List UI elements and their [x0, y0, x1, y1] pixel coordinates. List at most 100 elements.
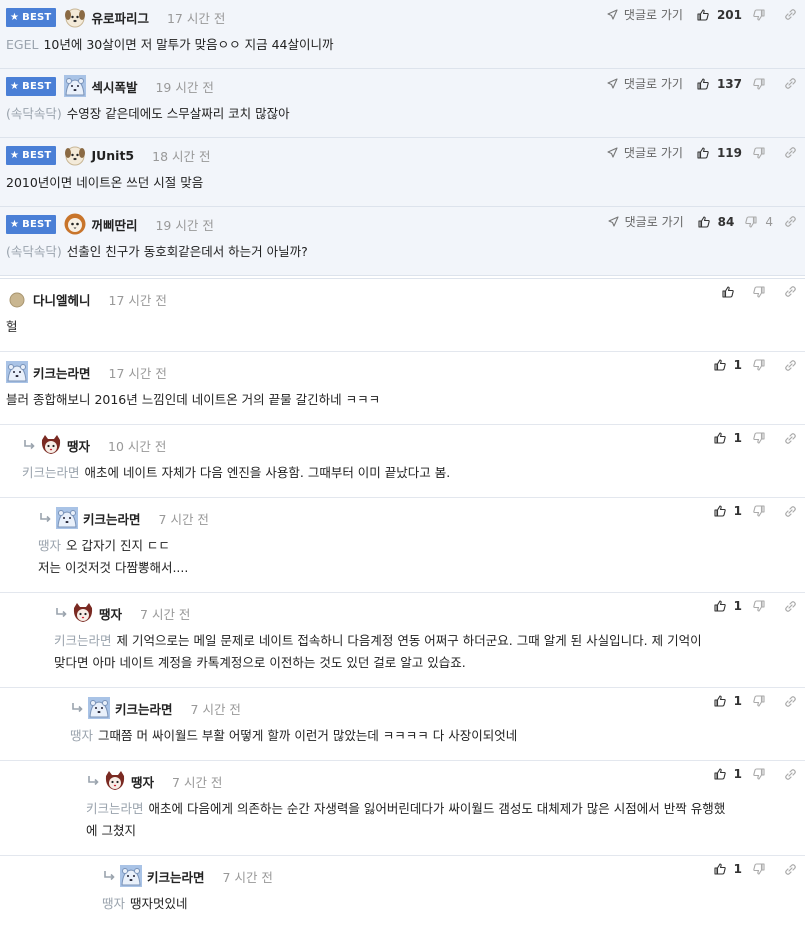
comment: 땡자 10 시간 전 키크는라면 애초에 네이트 자체가 다음 엔진을 사용함. 그때… [0, 425, 805, 498]
nickname[interactable]: 땡자 [99, 604, 122, 623]
downvote-button[interactable] [753, 77, 773, 90]
mention-tag[interactable]: 땡자 [70, 728, 93, 743]
link-icon[interactable] [784, 77, 797, 90]
comment-text: 저는 이것저것 다짬뽕해서.... [38, 560, 189, 575]
comment-header: 땡자 10 시간 전 [22, 434, 797, 456]
polar-bear-avatar-icon[interactable] [64, 75, 87, 97]
mention-tag[interactable]: (속닥속닥) [6, 106, 62, 121]
upvote-count: 201 [716, 7, 742, 22]
nickname[interactable]: 키크는라면 [33, 363, 91, 382]
go-to-reply-button[interactable]: 댓글로 가기 [607, 6, 683, 23]
link-icon[interactable] [784, 146, 797, 159]
link-icon[interactable] [784, 8, 797, 21]
nickname[interactable]: 유로파리그 [91, 8, 149, 27]
nickname[interactable]: 꺼삐딴리 [91, 215, 137, 234]
lion-avatar-icon[interactable] [64, 213, 86, 235]
upvote-button[interactable]: 1 [714, 504, 742, 518]
link-icon[interactable] [784, 432, 797, 445]
mention-tag[interactable]: 키크는라면 [54, 633, 112, 648]
thumbs-down-icon [753, 863, 769, 875]
polar-bear-avatar-icon[interactable] [88, 697, 110, 719]
link-icon[interactable] [784, 215, 797, 228]
upvote-button[interactable]: 201 [697, 8, 742, 22]
upvote-count: 137 [716, 76, 742, 91]
link-icon[interactable] [784, 600, 797, 613]
link-icon[interactable] [784, 359, 797, 372]
cat-avatar-icon[interactable] [104, 770, 126, 792]
comment-actions: 댓글로 가기 137 [607, 75, 797, 92]
comment-body: (속닥속닥) 수영장 같은데에도 스무살짜리 코치 많잖아 [6, 103, 797, 125]
go-to-reply-label: 댓글로 가기 [623, 8, 683, 22]
downvote-button[interactable] [753, 146, 773, 159]
nickname[interactable]: 땡자 [131, 772, 154, 791]
comment: 다니엘헤니 17 시간 전헐 [0, 279, 805, 352]
go-to-reply-button[interactable]: 댓글로 가기 [607, 144, 683, 161]
nickname[interactable]: JUnit5 [91, 148, 134, 163]
link-icon[interactable] [784, 695, 797, 708]
downvote-button[interactable] [753, 359, 773, 371]
nickname[interactable]: 섹시폭발 [91, 77, 137, 96]
polar-bear-avatar-icon[interactable] [56, 507, 78, 529]
downvote-button[interactable] [753, 8, 773, 21]
comment-text: 애초에 네이트 자체가 다음 엔진을 사용함. 그때부터 이미 끝났다고 봄. [84, 465, 451, 480]
nickname[interactable]: 다니엘헤니 [33, 290, 91, 309]
thumbs-down-icon [753, 768, 769, 780]
link-icon[interactable] [784, 863, 797, 876]
link-icon[interactable] [784, 505, 797, 518]
cat-avatar-icon[interactable] [72, 602, 94, 624]
comment-text: 수영장 같은데에도 스무살짜리 코치 많잖아 [66, 106, 290, 121]
comment-text: 블러 종합해보니 2016년 느낌인데 네이트온 거의 끝물 갈긴하네 ㅋㅋㅋ [6, 392, 381, 407]
upvote-button[interactable]: 119 [697, 146, 742, 160]
mention-tag[interactable]: EGEL [6, 37, 38, 52]
upvote-button[interactable]: 137 [697, 77, 742, 91]
mention-tag[interactable]: (속닥속닥) [6, 244, 62, 259]
best-badge-label: BEST [22, 80, 52, 92]
upvote-button[interactable]: 84 [698, 215, 734, 229]
go-to-reply-button[interactable]: 댓글로 가기 [607, 75, 683, 92]
mention-tag[interactable]: 땡자 [38, 538, 61, 553]
polar-bear-avatar-icon[interactable] [6, 361, 28, 383]
thumbs-up-icon [697, 8, 713, 21]
downvote-button[interactable] [753, 285, 773, 298]
polar-bear-avatar-icon[interactable] [120, 865, 142, 887]
upvote-button[interactable] [722, 285, 742, 298]
upvote-button[interactable]: 1 [714, 358, 742, 372]
downvote-button[interactable] [753, 600, 773, 612]
downvote-button[interactable] [753, 768, 773, 780]
upvote-count: 1 [733, 767, 742, 781]
upvote-button[interactable]: 1 [714, 767, 742, 781]
nickname[interactable]: 키크는라면 [83, 509, 141, 528]
comment-text: 땡자멋있네 [130, 896, 188, 911]
upvote-button[interactable]: 1 [714, 694, 742, 708]
cat-avatar-icon[interactable] [40, 434, 62, 456]
mention-tag[interactable]: 땡자 [102, 896, 125, 911]
downvote-button[interactable] [753, 695, 773, 707]
link-icon[interactable] [784, 768, 797, 781]
dog-avatar-icon[interactable] [64, 144, 86, 166]
upvote-count: 1 [733, 358, 742, 372]
downvote-button[interactable] [753, 505, 773, 517]
comment-actions: 1 [714, 358, 797, 372]
mention-tag[interactable]: 키크는라면 [86, 801, 144, 816]
thumbs-up-icon [714, 505, 730, 517]
comment: 땡자 7 시간 전 키크는라면 제 기억으로는 메일 문제로 네이트 접속하니 다음계… [0, 593, 805, 688]
upvote-button[interactable]: 1 [714, 431, 742, 445]
nickname[interactable]: 키크는라면 [147, 867, 205, 886]
circle-avatar-icon[interactable] [6, 288, 28, 310]
go-to-reply-button[interactable]: 댓글로 가기 [608, 213, 684, 230]
downvote-button[interactable] [753, 863, 773, 875]
link-icon[interactable] [784, 285, 797, 298]
upvote-button[interactable]: 1 [714, 599, 742, 613]
timestamp: 17 시간 전 [166, 10, 226, 26]
comment-actions: 1 [714, 862, 797, 876]
downvote-button[interactable] [753, 432, 773, 444]
comment-header: 키크는라면 17 시간 전 [6, 361, 797, 383]
nickname[interactable]: 땡자 [67, 436, 90, 455]
upvote-count: 119 [716, 145, 742, 160]
nickname[interactable]: 키크는라면 [115, 699, 173, 718]
mention-tag[interactable]: 키크는라면 [22, 465, 80, 480]
upvote-button[interactable]: 1 [714, 862, 742, 876]
dog-avatar-icon[interactable] [64, 6, 86, 28]
comment-header: 땡자 7 시간 전 [86, 770, 797, 792]
downvote-button[interactable]: 4 [745, 215, 773, 229]
